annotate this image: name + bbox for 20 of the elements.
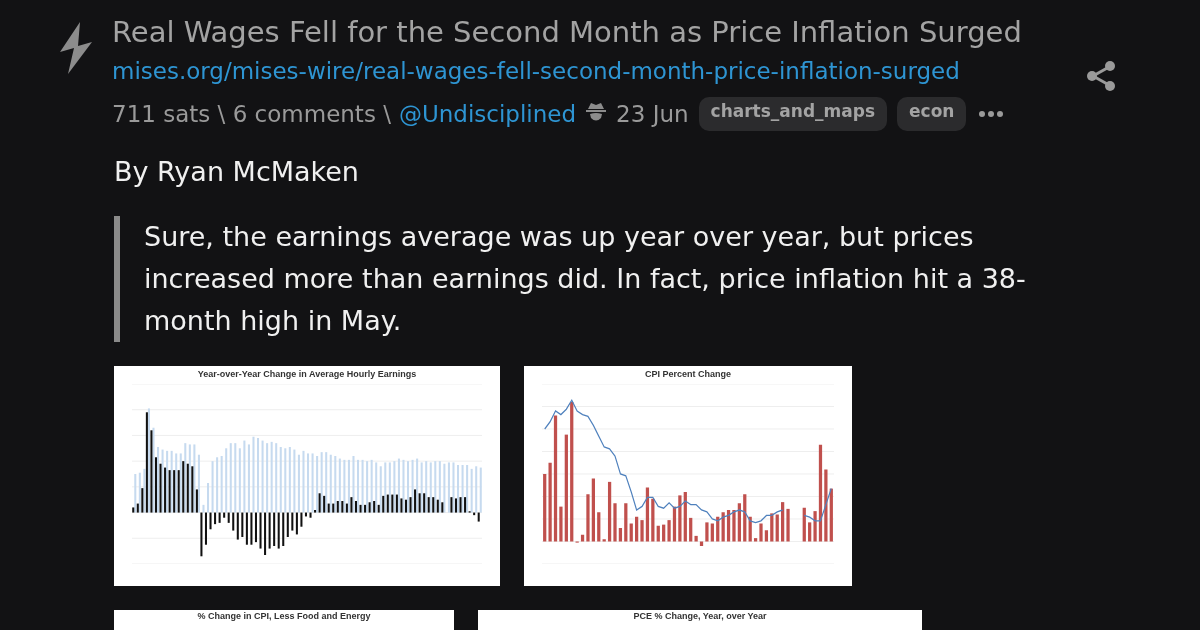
chart-title: PCE % Change, Year, over Year bbox=[632, 610, 768, 622]
chart-image[interactable]: PCE % Change, Year, over Year bbox=[478, 610, 922, 630]
lightning-icon[interactable] bbox=[58, 22, 94, 74]
post-date: 23 Jun bbox=[616, 101, 689, 127]
chart-image[interactable]: CPI Percent Change bbox=[524, 366, 852, 586]
chart-title: % Change in CPI, Less Food and Energy bbox=[196, 610, 372, 622]
tag[interactable]: econ bbox=[897, 97, 967, 131]
author-link[interactable]: @Undisciplined bbox=[398, 101, 577, 127]
post-stats: 711 sats \ 6 comments \ bbox=[112, 101, 391, 127]
quote: Sure, the earnings average was up year over year, but prices increased more than earnings did. In fact, price inflation hit a 38-month high in May. bbox=[114, 216, 1064, 342]
chart-image[interactable]: Year-over-Year Change in Average Hourly Earnings bbox=[114, 366, 500, 586]
more-icon[interactable] bbox=[978, 110, 1005, 118]
chart-title: Year-over-Year Change in Average Hourly Earnings bbox=[196, 368, 418, 380]
byline: By Ryan McMaken bbox=[114, 155, 360, 189]
chart-title: CPI Percent Change bbox=[644, 368, 732, 380]
chart-image[interactable]: % Change in CPI, Less Food and Energy bbox=[114, 610, 454, 630]
post-link[interactable]: mises.org/mises-wire/real-wages-fell-second-month-price-inflation-surged bbox=[112, 54, 960, 88]
share-icon[interactable] bbox=[1085, 60, 1117, 92]
tag[interactable]: charts_and_maps bbox=[698, 97, 888, 131]
post-title[interactable]: Real Wages Fell for the Second Month as Price Inflation Surged bbox=[112, 14, 1117, 50]
